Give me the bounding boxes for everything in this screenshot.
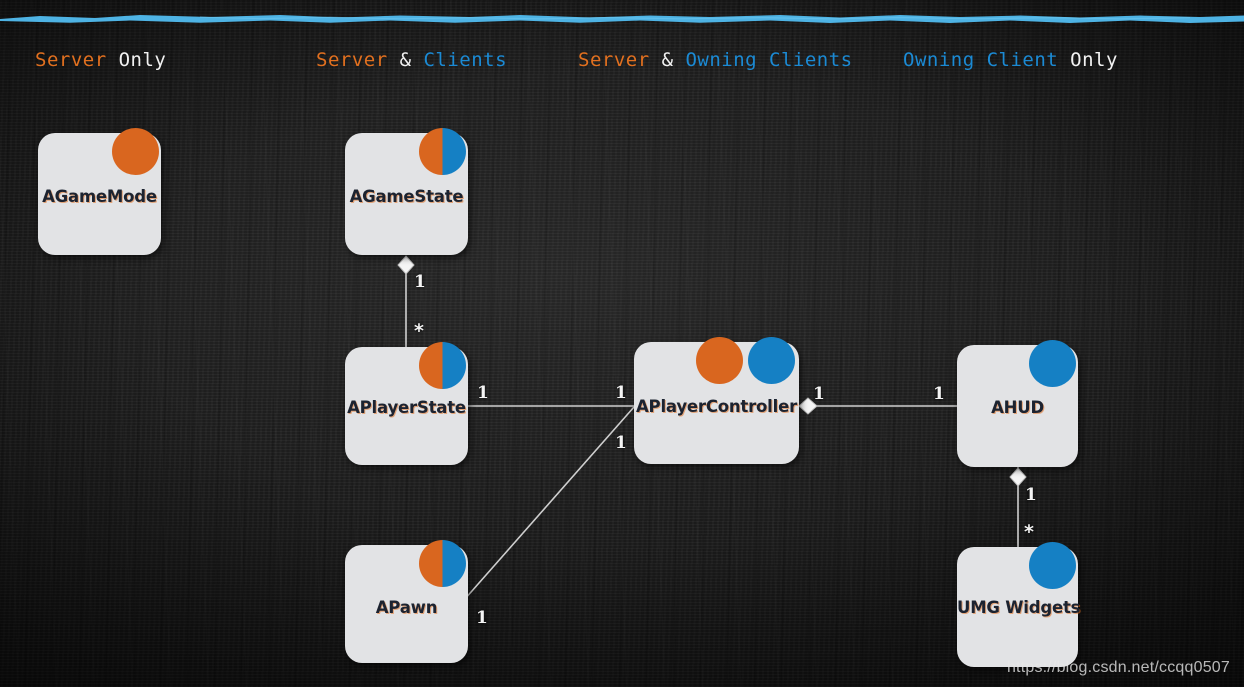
node-agamestate[interactable]: AGameState — [345, 128, 468, 255]
aggregation-diamond-ahud — [1009, 467, 1027, 487]
node-label-umgwidgets: UMG Widgets — [957, 598, 1081, 617]
link-playercontroller-pawn — [463, 406, 635, 601]
multiplicity-m-gamestate-1: 1 — [414, 272, 426, 292]
node-label-agamestate: AGameState — [349, 187, 464, 206]
multiplicity-m-ahud-1: 1 — [1025, 485, 1037, 505]
node-aplayerstate[interactable]: APlayerState — [345, 342, 468, 465]
replication-badge-orange-icon — [112, 128, 159, 175]
replication-badge-split-icon — [419, 128, 466, 175]
aggregation-diamond-gamestate — [397, 255, 415, 275]
node-umgwidgets[interactable]: UMG Widgets — [957, 542, 1081, 667]
node-label-agamemode: AGameMode — [42, 187, 157, 206]
multiplicity-m-pc-pawn-1: 1 — [615, 433, 627, 453]
multiplicity-m-pawn-1: 1 — [476, 608, 488, 628]
node-ahud[interactable]: AHUD — [957, 340, 1078, 467]
replication-badge-split-icon — [419, 342, 466, 389]
replication-badge-blue-icon — [1029, 340, 1076, 387]
multiplicity-m-pc-left-1: 1 — [615, 383, 627, 403]
multiplicity-m-playerstate-star: * — [414, 320, 424, 342]
node-agamemode[interactable]: AGameMode — [38, 128, 161, 255]
replication-badge-server-icon — [696, 337, 743, 384]
diagram-canvas: Server Only Server & Clients Server & Ow… — [0, 0, 1244, 687]
multiplicity-m-umg-star: * — [1024, 521, 1034, 543]
multiplicity-m-playerstate-1: 1 — [477, 383, 489, 403]
node-label-aplayerstate: APlayerState — [347, 398, 466, 417]
replication-badge-blue-icon — [1029, 542, 1076, 589]
node-label-apawn: APawn — [375, 598, 438, 617]
node-apawn[interactable]: APawn — [345, 540, 468, 663]
node-label-ahud: AHUD — [991, 398, 1044, 417]
node-label-aplayercontroller: APlayerController — [635, 397, 798, 416]
replication-badge-split-icon — [419, 540, 466, 587]
node-aplayercontroller[interactable]: APlayerController — [634, 337, 799, 464]
multiplicity-m-ahud-left-1: 1 — [933, 384, 945, 404]
replication-badge-client-icon — [748, 337, 795, 384]
watermark: https://blog.csdn.net/ccqq0507 — [1006, 659, 1230, 676]
multiplicity-m-pc-right-1: 1 — [813, 384, 825, 404]
